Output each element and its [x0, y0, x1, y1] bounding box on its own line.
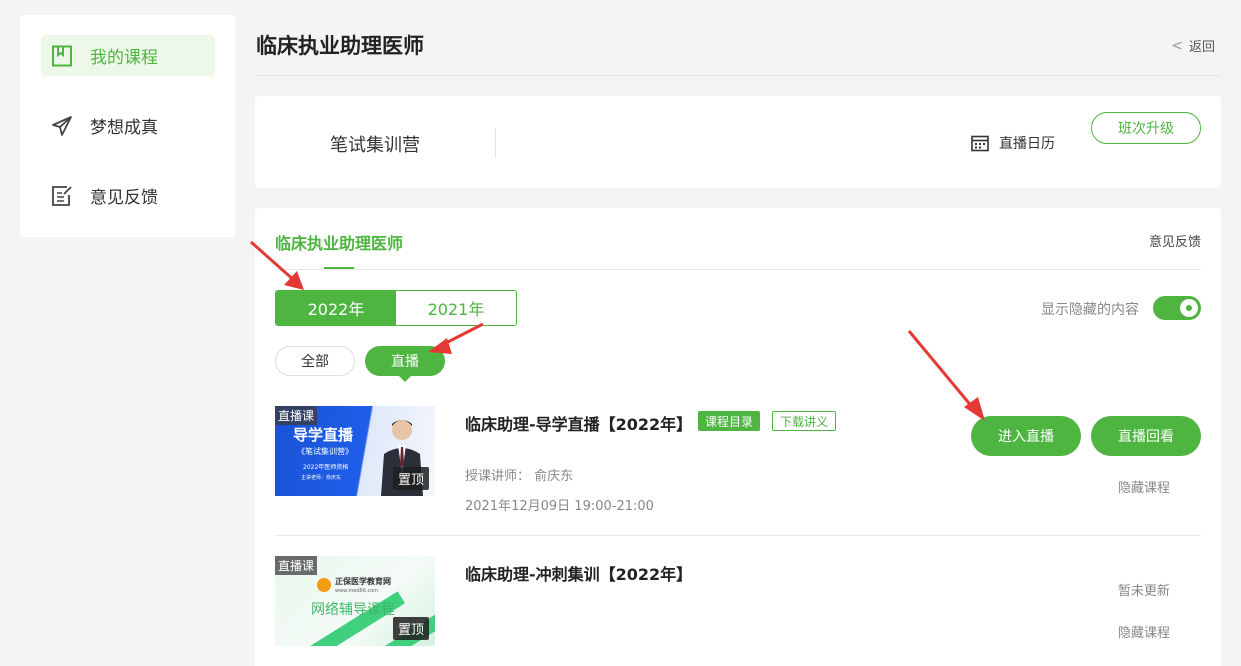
- thumb-brand: 正保医学教育网: [335, 577, 391, 586]
- course-time: 2021年12月09日 19:00-21:00: [465, 499, 654, 514]
- sidebar-item-label: 梦想成真: [90, 118, 158, 138]
- year-selector: 2022年 2021年: [275, 290, 517, 326]
- chevron-left-icon: <: [1171, 37, 1183, 54]
- enter-live-button[interactable]: 进入直播: [971, 416, 1081, 456]
- panel-divider: [275, 269, 1201, 270]
- page-title: 临床执业助理医师: [256, 34, 424, 58]
- header-divider: [255, 75, 1221, 76]
- sidebar-item-my-courses[interactable]: 我的课程: [41, 35, 215, 76]
- thumb-title: 网络辅导课程: [311, 602, 395, 618]
- thumb-live-tag: 直播课: [275, 406, 318, 425]
- live-replay-button[interactable]: 直播回看: [1091, 416, 1201, 456]
- course-row: 导学直播 《笔试集训营》 2022年医师资格 主讲老师：俞庆东 直播课 置顶 临…: [275, 406, 1201, 536]
- back-link[interactable]: < 返回: [1171, 36, 1215, 56]
- course-teacher: 授课讲师： 俞庆东: [465, 469, 574, 484]
- calendar-icon: [971, 135, 989, 152]
- hide-course-link[interactable]: 隐藏课程: [1118, 477, 1170, 496]
- show-hidden-toggle[interactable]: [1153, 296, 1201, 320]
- thumb-title: 导学直播: [293, 426, 354, 444]
- course-thumbnail[interactable]: 导学直播 《笔试集训营》 2022年医师资格 主讲老师：俞庆东 直播课 置顶: [275, 406, 435, 496]
- class-card: 笔试集训营 直播日历 班次升级: [255, 96, 1221, 188]
- bookmark-icon: [51, 45, 73, 67]
- live-calendar-link[interactable]: 直播日历: [971, 133, 1055, 153]
- thumb-subtitle: 《笔试集训营》: [297, 447, 353, 456]
- paper-plane-icon: [51, 115, 73, 137]
- panel-feedback-link[interactable]: 意见反馈: [1149, 231, 1201, 250]
- thumb-live-tag: 直播课: [275, 556, 318, 575]
- not-updated-status: 暂未更新: [1118, 584, 1171, 599]
- course-thumbnail[interactable]: 正保医学教育网 www.med66.com 网络辅导课程 直播课 置顶: [275, 556, 435, 646]
- course-title[interactable]: 临床助理-导学直播【2022年】: [465, 411, 692, 435]
- upgrade-class-button[interactable]: 班次升级: [1091, 112, 1201, 144]
- course-divider: [275, 535, 1201, 536]
- thumb-subtitle: 主讲老师：俞庆东: [301, 475, 342, 481]
- sidebar-item-label: 意见反馈: [90, 188, 158, 208]
- calendar-label: 直播日历: [999, 136, 1055, 152]
- filter-live-button[interactable]: 直播: [365, 346, 445, 382]
- pin-badge: 置顶: [392, 617, 429, 640]
- sidebar-item-feedback[interactable]: 意见反馈: [41, 175, 215, 216]
- brand-logo-icon: [317, 578, 331, 592]
- year-2022-button[interactable]: 2022年: [276, 291, 396, 325]
- hide-course-link[interactable]: 隐藏课程: [1118, 622, 1170, 641]
- course-title[interactable]: 临床助理-冲刺集训【2022年】: [465, 561, 692, 585]
- course-catalog-button[interactable]: 课程目录: [698, 411, 761, 431]
- course-panel: 临床执业助理医师 意见反馈 2022年 2021年 显示隐藏的内容 全部 直播 …: [255, 208, 1221, 666]
- class-divider: [495, 128, 496, 158]
- year-2021-button[interactable]: 2021年: [396, 291, 516, 325]
- sidebar: 我的课程 梦想成真 意见反馈: [20, 15, 235, 237]
- thumb-url: www.med66.com: [335, 588, 379, 594]
- show-hidden-label: 显示隐藏的内容: [1041, 302, 1139, 318]
- edit-note-icon: [51, 185, 73, 207]
- sidebar-item-label: 我的课程: [90, 48, 158, 68]
- download-notes-button[interactable]: 下载讲义: [772, 411, 837, 431]
- toggle-knob: [1180, 299, 1198, 317]
- back-label: 返回: [1188, 40, 1215, 55]
- pin-badge: 置顶: [392, 467, 429, 490]
- tab-clinical-assistant[interactable]: 临床执业助理医师: [275, 230, 403, 254]
- course-row: 正保医学教育网 www.med66.com 网络辅导课程 直播课 置顶 临床助理…: [275, 556, 1201, 666]
- class-name: 笔试集训营: [330, 135, 420, 156]
- filter-all-button[interactable]: 全部: [275, 346, 355, 376]
- thumb-subtitle: 2022年医师资格: [303, 464, 349, 471]
- sidebar-item-dream[interactable]: 梦想成真: [41, 105, 215, 146]
